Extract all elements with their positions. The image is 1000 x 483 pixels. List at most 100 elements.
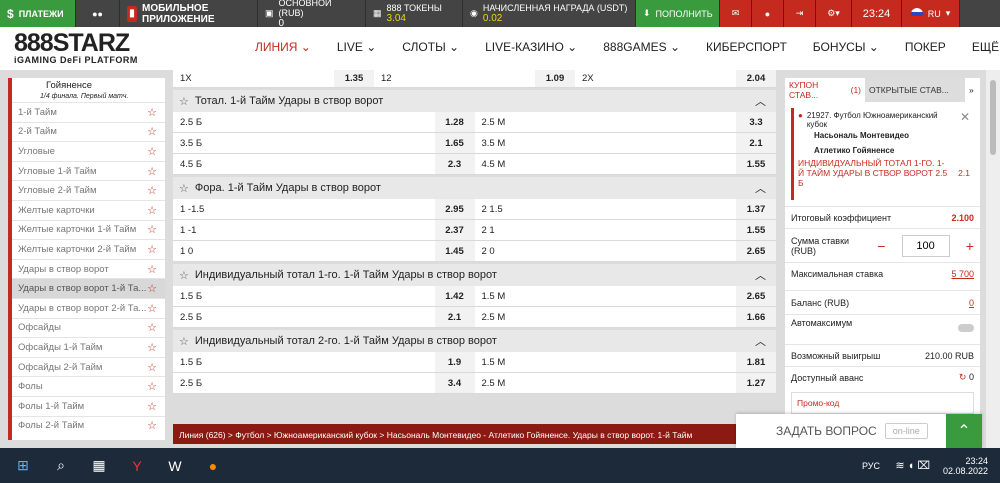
mobile-app-button[interactable]: ▮ МОБИЛЬНОЕ ПРИЛОЖЕНИЕ [120,0,258,27]
sidebar-item[interactable]: Желтые карточки 1-й Тайм ☆ [12,219,165,240]
logout-icon[interactable]: ⇥ [784,0,816,27]
odds-cell[interactable]: 1.27 [736,373,776,393]
sidebar-item[interactable]: Офсайды ☆ [12,317,165,338]
stake-input[interactable] [901,234,950,257]
nav-item-live-casino[interactable]: LIVE-КАЗИНО ⌄ [485,40,577,54]
main-balance[interactable]: ▣ ОСНОВНОЙ (RUB) 0 [258,0,366,29]
sidebar-item[interactable]: Удары в створ ворот ☆ [12,258,165,279]
nav-item-line[interactable]: ЛИНИЯ ⌄ [255,40,311,54]
odds-cell[interactable]: 1.45 [434,241,475,261]
sidebar-item[interactable]: Фолы 1-й Тайм ☆ [12,395,165,416]
tokens-balance[interactable]: ▦ 888 ТОКЕНЫ 3.04 [366,0,463,27]
star-icon[interactable]: ☆ [147,204,157,217]
nav-item-live[interactable]: LIVE ⌄ [337,40,376,54]
odds-cell[interactable]: 1.66 [736,307,776,327]
market-section-header[interactable]: ☆ Индивидуальный тотал 2-го. 1-й Тайм Уда… [173,330,776,352]
community-icon[interactable]: ●● [76,0,120,27]
star-icon[interactable]: ☆ [147,419,157,432]
odds-cell[interactable]: 2.95 [434,199,475,219]
star-icon[interactable]: ☆ [147,282,157,295]
sidebar-item[interactable]: Фолы 2-й Тайм ☆ [12,415,165,436]
sidebar-item[interactable]: Угловые 1-й Тайм ☆ [12,160,165,181]
star-icon[interactable]: ☆ [147,400,157,413]
chevron-right-icon[interactable]: » [965,78,978,102]
sidebar-item[interactable]: Желтые карточки 2-й Тайм ☆ [12,239,165,259]
odds-cell[interactable]: 1.55 [736,154,776,174]
language-select[interactable]: RU ▾ [902,0,960,27]
mail-icon[interactable]: ✉ [720,0,752,27]
odds-cell[interactable]: 3.4 [434,373,475,393]
star-icon[interactable]: ☆ [147,243,157,256]
odds-cell[interactable]: 1.37 [736,199,776,219]
market-section-header[interactable]: ☆ Индивидуальный тотал 1-го. 1-й Тайм Уда… [173,264,776,286]
tab-open-bets[interactable]: ОТКРЫТЫЕ СТАВ... [865,78,965,102]
logo[interactable]: 888STARZ iGAMING DeFi PLATFORM [14,29,138,65]
odds-cell[interactable]: 1.9 [434,352,475,372]
nav-item-slots[interactable]: СЛОТЫ ⌄ [402,40,459,54]
promo-code-input[interactable]: Промо-код [791,392,974,414]
sidebar-item[interactable]: Удары в створ ворот 2-й Та... ☆ [12,297,165,318]
market-section-header[interactable]: ☆ Фора. 1-й Тайм Удары в створ ворот ︿ [173,177,776,199]
sidebar-item[interactable]: 2-й Тайм ☆ [12,121,165,142]
tray-icons[interactable]: ≋ ◖ ⌧ [895,459,930,472]
plus-button[interactable]: + [966,238,974,254]
sidebar-item[interactable]: Офсайды 1-й Тайм ☆ [12,337,165,357]
star-icon[interactable]: ☆ [147,106,157,119]
odds-cell[interactable]: 1.81 [736,352,776,372]
gear-icon[interactable]: ⚙▾ [816,0,852,27]
sidebar-item[interactable]: Фолы ☆ [12,376,165,396]
odds-cell[interactable]: 2.04 [736,70,776,87]
chevron-up-icon[interactable]: ︿ [755,180,766,196]
refresh-icon[interactable]: ↻ [959,372,967,382]
star-icon[interactable]: ☆ [147,321,157,334]
odds-cell[interactable]: 1.28 [434,112,475,132]
star-icon[interactable]: ☆ [147,380,157,393]
app-icon[interactable]: W [160,451,190,481]
tab-coupon[interactable]: КУПОН СТАВ... (1) [785,78,865,102]
keyboard-lang[interactable]: РУС [862,461,880,471]
nav-item-poker[interactable]: ПОКЕР [905,40,946,54]
star-icon[interactable]: ☆ [147,223,157,236]
odds-cell[interactable]: 2.1 [736,133,776,153]
star-icon[interactable]: ☆ [147,302,157,315]
sidebar-item[interactable]: Офсайды 2-й Тайм ☆ [12,356,165,377]
odds-cell[interactable]: 2.3 [434,154,475,174]
odds-cell[interactable]: 3.3 [736,112,776,132]
star-icon[interactable]: ☆ [179,95,189,108]
sidebar-item[interactable]: Угловые 2-й Тайм ☆ [12,180,165,200]
star-icon[interactable]: ☆ [147,361,157,374]
sidebar-item[interactable]: Угловые ☆ [12,141,165,161]
star-icon[interactable]: ☆ [147,341,157,354]
sidebar-item[interactable]: 1-й Тайм ☆ [12,102,165,122]
reward-balance[interactable]: ◉ НАЧИСЛЕННАЯ НАГРАДА (USDT) 0.02 [463,0,636,27]
sidebar-item[interactable]: Желтые карточки ☆ [12,199,165,220]
odds-cell[interactable]: 1.65 [434,133,475,153]
nav-item-bonuses[interactable]: БОНУСЫ ⌄ [813,40,879,54]
odds-cell[interactable]: 2.37 [434,220,475,240]
star-icon[interactable]: ☆ [147,263,157,276]
close-icon[interactable]: ✕ [960,110,970,124]
chevron-up-icon[interactable]: ︿ [755,267,766,283]
windows-start-icon[interactable]: ⊞ [8,451,38,481]
chat-icon[interactable]: ⌃ [946,414,982,448]
nav-item-esports[interactable]: КИБЕРСПОРТ [706,40,787,54]
search-icon[interactable]: ⌕ [46,451,76,481]
market-section-header[interactable]: ☆ Тотал. 1-й Тайм Удары в створ ворот ︿ [173,90,776,112]
yandex-browser-icon[interactable]: Y [122,451,152,481]
nav-item-888games[interactable]: 888GAMES ⌄ [603,40,680,54]
odds-cell[interactable]: 1.35 [334,70,374,87]
nav-item-more[interactable]: ЕЩЁ ⌄ [972,40,1000,54]
system-clock[interactable]: 23:24 02.08.2022 [943,456,988,476]
deposit-button[interactable]: ⬇ ПОПОЛНИТЬ [636,0,720,27]
scrollbar[interactable] [986,70,1000,450]
chevron-up-icon[interactable]: ︿ [755,93,766,109]
odds-cell[interactable]: 1.09 [535,70,575,87]
firefox-icon[interactable]: ● [198,451,228,481]
chat-widget[interactable]: ЗАДАТЬ ВОПРОС on-line ⌃ [736,414,982,448]
star-icon[interactable]: ☆ [147,165,157,178]
user-icon[interactable]: ● [752,0,784,27]
payments-button[interactable]: $ ПЛАТЕЖИ [0,0,76,27]
odds-cell[interactable]: 2.65 [736,286,776,306]
calculator-icon[interactable]: ▦ [84,451,114,481]
odds-cell[interactable]: 1.42 [434,286,475,306]
